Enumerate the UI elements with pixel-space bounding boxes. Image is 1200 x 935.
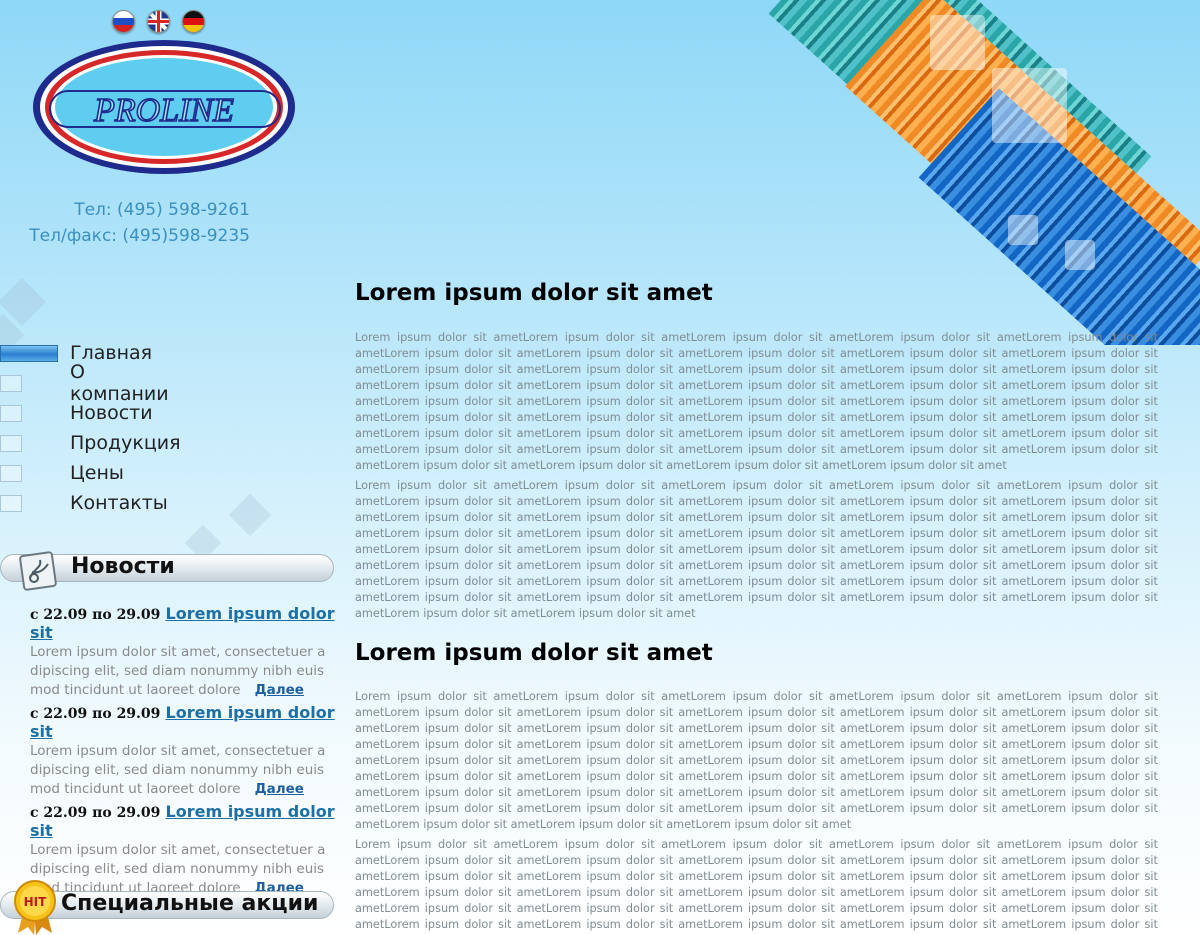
header-banner-image (730, 0, 1200, 345)
news-date: с 22.09 по 29.09 (30, 706, 161, 722)
nav-item-label: Продукция (70, 432, 181, 454)
de-flag-icon[interactable] (182, 10, 205, 33)
news-date: с 22.09 по 29.09 (30, 607, 161, 623)
hit-badge-icon: HIT (14, 880, 56, 935)
nav-item-news[interactable]: Новости (0, 398, 153, 428)
logo-text: PROLINE (93, 92, 234, 129)
nav-marker-icon (0, 404, 22, 422)
news-section-title: Новости (71, 554, 175, 579)
proline-logo[interactable]: PROLINE (30, 37, 298, 177)
newspaper-icon (19, 551, 57, 591)
nav-item-label: Контакты (70, 492, 168, 514)
nav-marker-icon (0, 374, 22, 392)
uk-flag-icon[interactable] (147, 10, 170, 33)
nav-marker-icon (0, 344, 58, 362)
decor-square (1065, 240, 1095, 270)
nav-item-contacts[interactable]: Контакты (0, 488, 168, 518)
content-paragraph: Lorem ipsum dolor sit ametLorem ipsum do… (355, 479, 1158, 620)
content-heading: Lorem ipsum dolor sit amet (355, 280, 713, 306)
news-more-link[interactable]: Далее (255, 781, 304, 797)
language-switcher (112, 10, 205, 33)
nav-marker-icon (0, 434, 22, 452)
content-paragraph: Lorem ipsum dolor sit ametLorem ipsum do… (355, 331, 1158, 472)
decor-square (1008, 215, 1038, 245)
nav-item-label: Новости (70, 402, 153, 424)
nav-item-home[interactable]: Главная (0, 338, 152, 368)
content-paragraph: Lorem ipsum dolor sit ametLorem ipsum do… (355, 838, 1158, 935)
nav-marker-icon (0, 494, 22, 512)
ru-flag-icon[interactable] (112, 10, 135, 33)
phone-number: Тел: (495) 598-9261 (74, 200, 250, 220)
nav-item-label: Цены (70, 462, 124, 484)
decor-square (992, 68, 1067, 143)
content-heading: Lorem ipsum dolor sit amet (355, 640, 713, 666)
news-item: с 22.09 по 29.09 Lorem ipsum dolor sit L… (30, 703, 335, 799)
special-offers-title: Специальные акции (61, 891, 319, 916)
contact-info: Тел: (495) 598-9261 Тел/факс: (495)598-9… (0, 197, 250, 249)
nav-item-label: О компании (70, 361, 169, 405)
fax-number: Тел/факс: (495)598-9235 (29, 226, 250, 246)
decor-diamond (228, 493, 272, 537)
main-navigation: Главная О компании Новости Продукция Цен… (0, 338, 181, 518)
decor-square (930, 15, 985, 70)
news-date: с 22.09 по 29.09 (30, 805, 161, 821)
nav-item-products[interactable]: Продукция (0, 428, 181, 458)
nav-item-prices[interactable]: Цены (0, 458, 124, 488)
news-item: с 22.09 по 29.09 Lorem ipsum dolor sit L… (30, 604, 335, 700)
nav-marker-icon (0, 464, 22, 482)
news-more-link[interactable]: Далее (255, 682, 304, 698)
nav-item-about[interactable]: О компании (0, 361, 169, 405)
news-item: с 22.09 по 29.09 Lorem ipsum dolor sit L… (30, 802, 335, 898)
hit-badge-text: HIT (24, 895, 48, 909)
content-paragraph: Lorem ipsum dolor sit ametLorem ipsum do… (355, 690, 1158, 831)
